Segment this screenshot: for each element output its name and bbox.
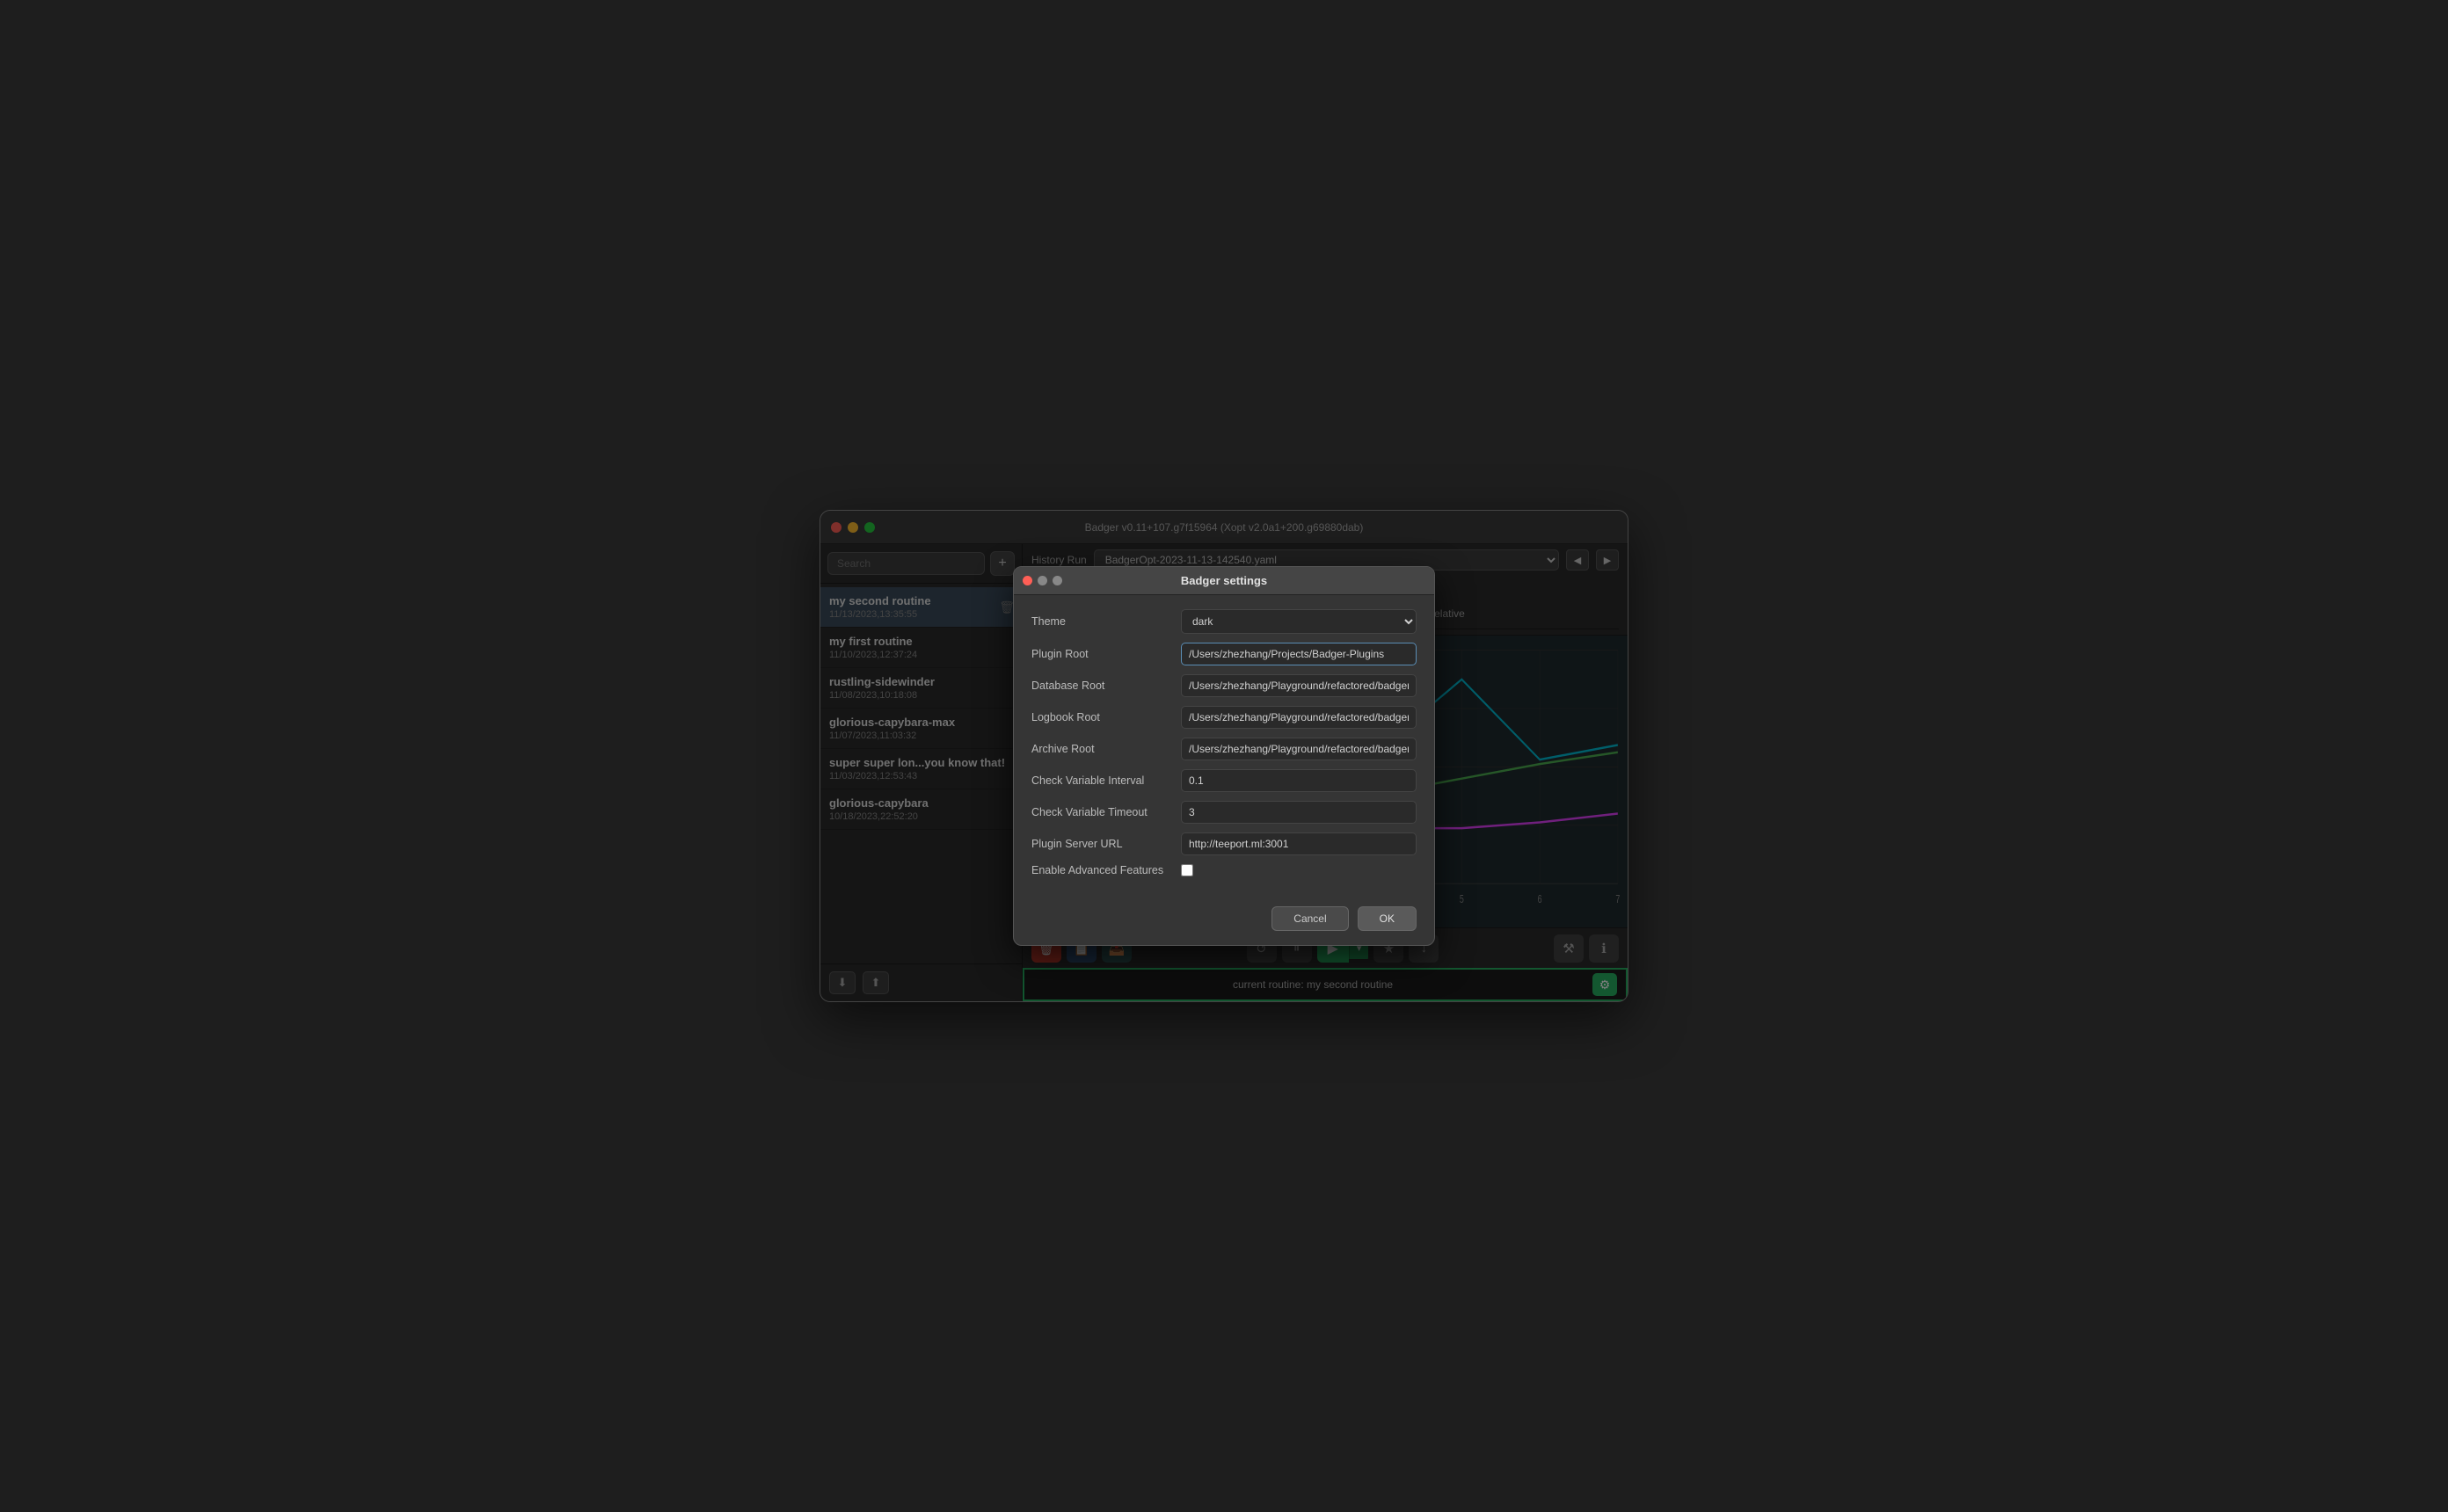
check-timeout-input[interactable] xyxy=(1181,801,1417,824)
app-window: Badger v0.11+107.g7f15964 (Xopt v2.0a1+2… xyxy=(820,510,1628,1002)
plugin-server-input[interactable] xyxy=(1181,832,1417,855)
check-interval-input[interactable] xyxy=(1181,769,1417,792)
modal-maximize[interactable] xyxy=(1053,576,1062,585)
modal-body: Theme dark Plugin Root Database Root Log… xyxy=(1014,595,1434,899)
advanced-checkbox[interactable] xyxy=(1181,864,1193,876)
theme-select[interactable]: dark xyxy=(1181,609,1417,634)
ok-button[interactable]: OK xyxy=(1358,906,1417,931)
modal-titlebar: Badger settings xyxy=(1014,567,1434,595)
modal-title: Badger settings xyxy=(1181,574,1267,587)
modal-footer: Cancel OK xyxy=(1014,899,1434,945)
cancel-button[interactable]: Cancel xyxy=(1271,906,1348,931)
database-root-row: Database Root xyxy=(1031,674,1417,697)
archive-root-input[interactable] xyxy=(1181,738,1417,760)
logbook-root-label: Logbook Root xyxy=(1031,711,1172,723)
check-timeout-row: Check Variable Timeout xyxy=(1031,801,1417,824)
archive-root-label: Archive Root xyxy=(1031,743,1172,755)
logbook-root-input[interactable] xyxy=(1181,706,1417,729)
database-root-label: Database Root xyxy=(1031,680,1172,692)
archive-root-row: Archive Root xyxy=(1031,738,1417,760)
theme-row: Theme dark xyxy=(1031,609,1417,634)
plugin-root-row: Plugin Root xyxy=(1031,643,1417,665)
plugin-server-row: Plugin Server URL xyxy=(1031,832,1417,855)
plugin-root-label: Plugin Root xyxy=(1031,648,1172,660)
advanced-label: Enable Advanced Features xyxy=(1031,864,1172,876)
advanced-row: Enable Advanced Features xyxy=(1031,864,1417,876)
check-interval-row: Check Variable Interval xyxy=(1031,769,1417,792)
theme-label: Theme xyxy=(1031,615,1172,628)
logbook-root-row: Logbook Root xyxy=(1031,706,1417,729)
database-root-input[interactable] xyxy=(1181,674,1417,697)
modal-close[interactable] xyxy=(1023,576,1032,585)
check-timeout-label: Check Variable Timeout xyxy=(1031,806,1172,818)
modal-minimize[interactable] xyxy=(1038,576,1047,585)
plugin-server-label: Plugin Server URL xyxy=(1031,838,1172,850)
check-interval-label: Check Variable Interval xyxy=(1031,774,1172,787)
settings-modal: Badger settings Theme dark Plugin Root D… xyxy=(1013,566,1435,946)
modal-traffic-lights xyxy=(1023,576,1062,585)
plugin-root-input[interactable] xyxy=(1181,643,1417,665)
modal-overlay: Badger settings Theme dark Plugin Root D… xyxy=(820,511,1628,1001)
